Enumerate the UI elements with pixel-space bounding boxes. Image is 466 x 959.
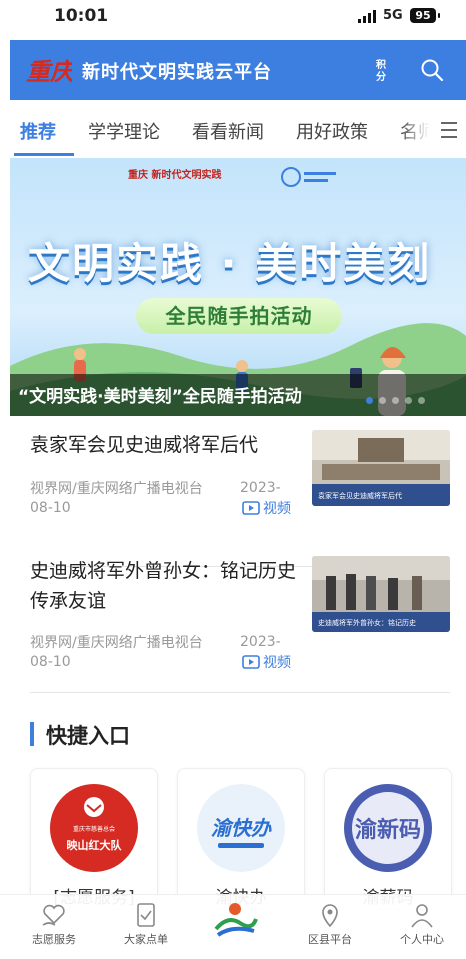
banner-carousel[interactable]: 重庆 新时代文明实践 文明实践 · 美时美刻 全民随手拍活动 “文明实践·美时美… <box>10 158 466 416</box>
quick-access-title: 快捷入口 <box>46 724 130 748</box>
news-date-part1: 2023- <box>240 480 281 496</box>
video-icon <box>242 655 260 669</box>
carousel-dot[interactable] <box>379 397 386 404</box>
map-pin-icon <box>322 904 338 928</box>
carousel-dot[interactable] <box>366 397 373 404</box>
category-tabs: 推荐 学学理论 看看新闻 用好政策 名师 <box>0 110 466 156</box>
carousel-dot[interactable] <box>418 397 425 404</box>
tabbar-label: 大家点单 <box>124 933 168 946</box>
news-thumbnail[interactable]: 袁家军会见史迪威将军后代 <box>312 430 450 506</box>
section-accent-bar <box>30 722 34 746</box>
logo-text: 重庆 <box>26 57 72 86</box>
points-button[interactable]: 积分 <box>376 60 388 84</box>
tabbar-label: 区县平台 <box>308 933 352 946</box>
news-source: 视界网/重庆网络广播电视台 <box>30 635 203 651</box>
partner-logo-icon <box>281 167 336 187</box>
home-logo-icon[interactable] <box>212 899 258 939</box>
news-date-part2: 08-10 <box>30 654 71 670</box>
person-icon <box>411 904 433 928</box>
video-label: 视频 <box>263 501 291 517</box>
tabbar-district[interactable]: 区县平台 <box>290 901 370 947</box>
logo-text: 渝新码 <box>355 817 421 843</box>
page-title: 新时代文明实践云平台 <box>82 62 272 83</box>
checklist-icon <box>137 903 155 927</box>
news-date-part2: 08-10 <box>30 500 71 516</box>
quick-access-yukuaiban[interactable]: 渝快办 渝快办 <box>177 768 305 910</box>
tab-theory[interactable]: 学学理论 <box>88 118 160 144</box>
active-tab-indicator <box>14 153 74 156</box>
badge-text: 映山红大队 <box>67 838 123 852</box>
menu-icon[interactable] <box>440 120 458 140</box>
tab-policy[interactable]: 用好政策 <box>296 118 368 144</box>
tabbar-profile[interactable]: 个人中心 <box>382 901 462 947</box>
search-icon[interactable] <box>420 58 444 82</box>
bottom-tab-bar: 志愿服务 大家点单 区县平台 个人中心 <box>0 894 466 959</box>
tabbar-order[interactable]: 大家点单 <box>106 901 186 947</box>
yukuaiban-logo-icon: 渝快办 <box>197 784 285 872</box>
video-label: 视频 <box>263 655 291 671</box>
tabbar-label: 个人中心 <box>400 933 444 946</box>
chongqing-logo-icon: 重庆 <box>26 57 72 86</box>
heart-hand-icon <box>42 904 65 926</box>
carousel-dot[interactable] <box>405 397 412 404</box>
logo-text: 渝快办 <box>211 816 272 840</box>
status-time: 10:01 <box>54 6 109 26</box>
news-source: 视界网/重庆网络广播电视台 <box>30 481 203 497</box>
thumbnail-caption: 袁家军会见史迪威将军后代 <box>318 491 402 500</box>
badge-subtext: 重庆市慈善总会 <box>73 825 115 833</box>
tab-news[interactable]: 看看新闻 <box>192 118 264 144</box>
news-title[interactable]: 袁家军会见史迪威将军后代 <box>30 430 298 460</box>
banner-caption: “文明实践·美时美刻”全民随手拍活动 <box>18 387 302 407</box>
app-header: 重庆 新时代文明实践云平台 积分 <box>10 40 466 100</box>
tab-recommend[interactable]: 推荐 <box>20 118 56 144</box>
battery-icon: 95 <box>410 8 440 23</box>
news-item[interactable]: 史迪威将军外曾孙女：铭记历史 传承友谊 视界网/重庆网络广播电视台 2023- … <box>30 556 450 693</box>
video-icon <box>242 501 260 515</box>
signal-icon <box>358 10 378 23</box>
tabbar-volunteer[interactable]: 志愿服务 <box>14 901 94 947</box>
network-type: 5G <box>383 8 403 23</box>
volunteer-badge-icon: 重庆市慈善总会 映山红大队 <box>50 784 138 872</box>
status-bar: 10:01 5G 95 <box>0 0 466 36</box>
video-tag: 视频 <box>242 652 291 672</box>
thumbnail-caption: 史迪威将军外曾孙女：铭记历史 <box>318 618 416 627</box>
carousel-dots <box>366 397 425 404</box>
quick-access-volunteer[interactable]: 重庆市慈善总会 映山红大队 [志愿服务] <box>30 768 158 910</box>
news-date-part1: 2023- <box>240 634 281 650</box>
news-thumbnail[interactable]: 史迪威将军外曾孙女：铭记历史 <box>312 556 450 632</box>
news-item[interactable]: 袁家军会见史迪威将军后代 视界网/重庆网络广播电视台 2023- 08-10 视… <box>30 430 450 567</box>
tabbar-label: 志愿服务 <box>32 933 76 946</box>
carousel-dot[interactable] <box>392 397 399 404</box>
video-tag: 视频 <box>242 498 291 518</box>
banner-logo: 重庆 新时代文明实践 <box>128 170 222 181</box>
banner-pill: 全民随手拍活动 <box>136 298 342 334</box>
news-title[interactable]: 史迪威将军外曾孙女：铭记历史 传承友谊 <box>30 556 298 616</box>
banner-headline: 文明实践 · 美时美刻 <box>28 239 432 288</box>
yuxinma-logo-icon: 渝新码 <box>344 784 432 872</box>
quick-access-yuxinma[interactable]: 渝新码 渝薪码 <box>324 768 452 910</box>
